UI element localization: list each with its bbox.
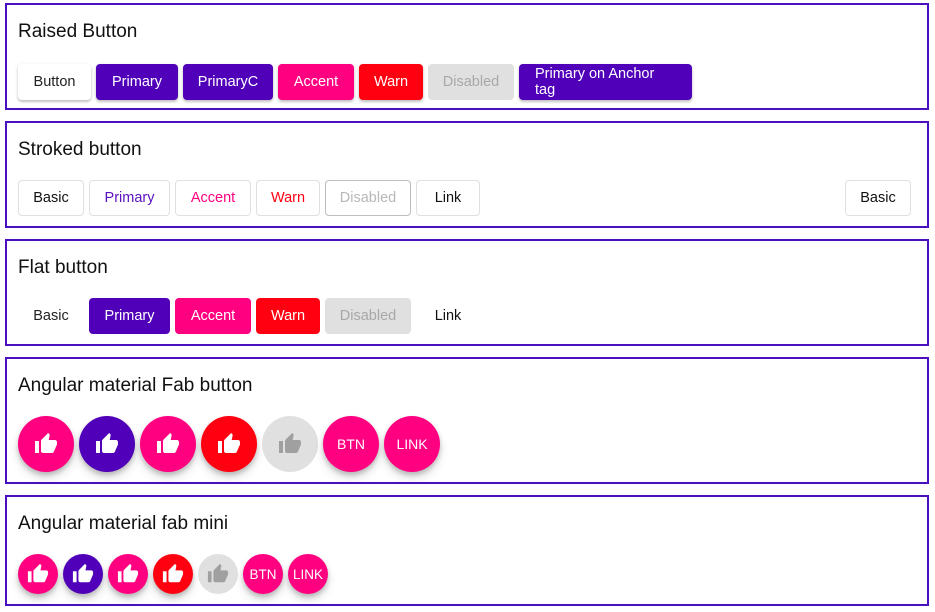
fab-primary-button[interactable] bbox=[79, 416, 135, 472]
stroked-basic-button[interactable]: Basic bbox=[18, 180, 84, 216]
fab-mini-warn-button[interactable] bbox=[153, 554, 193, 594]
raised-accent-button[interactable]: Accent bbox=[278, 64, 354, 100]
flat-button-panel: Flat button Basic Primary Accent Warn Di… bbox=[5, 239, 929, 346]
raised-disabled-button: Disabled bbox=[428, 64, 514, 100]
thumb-up-icon bbox=[35, 433, 57, 453]
stroked-button-panel: Stroked button Basic Primary Accent Warn… bbox=[5, 121, 929, 228]
fab-button-title: Angular material Fab button bbox=[18, 375, 253, 396]
stroked-button-row: Basic Primary Accent Warn Disabled Link bbox=[18, 180, 485, 216]
stroked-link-button[interactable]: Link bbox=[416, 180, 480, 216]
flat-basic-button[interactable]: Basic bbox=[18, 298, 84, 334]
fab-mini-title: Angular material fab mini bbox=[18, 513, 229, 534]
thumb-up-icon bbox=[218, 433, 240, 453]
thumb-up-icon bbox=[207, 563, 229, 583]
stroked-right-row: Basic bbox=[845, 180, 911, 216]
fab-mini-accent-button-2[interactable] bbox=[108, 554, 148, 594]
raised-button-row: Button Primary PrimaryC Accent Warn Disa… bbox=[18, 64, 697, 100]
fab-mini-accent-button[interactable] bbox=[18, 554, 58, 594]
flat-primary-button[interactable]: Primary bbox=[89, 298, 170, 334]
thumb-up-icon bbox=[96, 433, 118, 453]
thumb-up-icon bbox=[27, 563, 49, 583]
fab-warn-button[interactable] bbox=[201, 416, 257, 472]
fab-mini-btn-button[interactable]: BTN bbox=[243, 554, 283, 594]
raised-primary-button[interactable]: Primary bbox=[96, 64, 178, 100]
flat-link-button[interactable]: Link bbox=[416, 298, 480, 334]
stroked-disabled-button: Disabled bbox=[325, 180, 411, 216]
stroked-primary-button[interactable]: Primary bbox=[89, 180, 170, 216]
fab-accent-button[interactable] bbox=[18, 416, 74, 472]
fab-mini-link-button[interactable]: LINK bbox=[288, 554, 328, 594]
flat-accent-button[interactable]: Accent bbox=[175, 298, 251, 334]
raised-button-panel: Raised Button Button Primary PrimaryC Ac… bbox=[5, 3, 929, 110]
raised-warn-button[interactable]: Warn bbox=[359, 64, 423, 100]
stroked-accent-button[interactable]: Accent bbox=[175, 180, 251, 216]
fab-btn-button[interactable]: BTN bbox=[323, 416, 379, 472]
thumb-up-icon bbox=[157, 433, 179, 453]
fab-accent-button-2[interactable] bbox=[140, 416, 196, 472]
stroked-button-title: Stroked button bbox=[18, 139, 142, 160]
thumb-up-icon bbox=[279, 433, 301, 453]
stroked-warn-button[interactable]: Warn bbox=[256, 180, 320, 216]
fab-mini-primary-button[interactable] bbox=[63, 554, 103, 594]
fab-link-button[interactable]: LINK bbox=[384, 416, 440, 472]
fab-disabled-button bbox=[262, 416, 318, 472]
fab-mini-disabled-button bbox=[198, 554, 238, 594]
flat-button-row: Basic Primary Accent Warn Disabled Link bbox=[18, 298, 485, 334]
raised-button-title: Raised Button bbox=[18, 21, 138, 42]
thumb-up-icon bbox=[162, 563, 184, 583]
flat-warn-button[interactable]: Warn bbox=[256, 298, 320, 334]
thumb-up-icon bbox=[117, 563, 139, 583]
fab-mini-panel: Angular material fab mini BTN LINK bbox=[5, 495, 929, 606]
fab-button-panel: Angular material Fab button BTN LINK bbox=[5, 357, 929, 484]
fab-button-row: BTN LINK bbox=[18, 416, 445, 472]
raised-primary-anchor-link[interactable]: Primary on Anchor tag bbox=[519, 64, 692, 100]
flat-button-title: Flat button bbox=[18, 257, 108, 278]
thumb-up-icon bbox=[72, 563, 94, 583]
stroked-basic-right-button[interactable]: Basic bbox=[845, 180, 911, 216]
raised-primaryc-button[interactable]: PrimaryC bbox=[183, 64, 273, 100]
fab-mini-row: BTN LINK bbox=[18, 554, 333, 594]
flat-disabled-button: Disabled bbox=[325, 298, 411, 334]
raised-basic-button[interactable]: Button bbox=[18, 64, 91, 100]
